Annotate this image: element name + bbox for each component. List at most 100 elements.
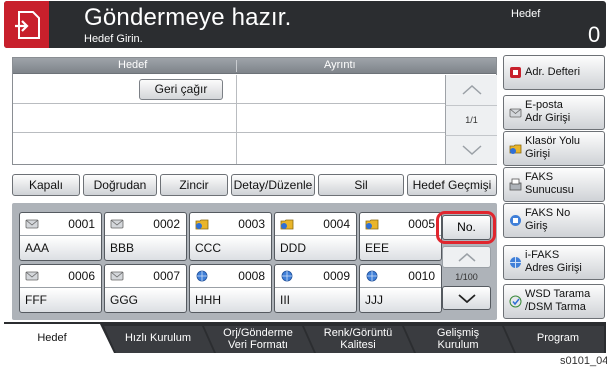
envelope-icon — [110, 269, 124, 281]
tab[interactable]: Program — [512, 324, 604, 353]
one-touch-number: 0003 — [238, 217, 265, 231]
folder-icon — [509, 142, 522, 155]
envelope-icon — [110, 217, 124, 229]
destination-history-button[interactable]: Hedef Geçmişi — [407, 174, 497, 196]
one-touch-key[interactable]: 0005 EEE — [359, 212, 442, 261]
destination-row[interactable] — [13, 75, 445, 104]
one-touch-number: 0002 — [153, 217, 180, 231]
one-touch-number: 0010 — [408, 269, 435, 283]
tab[interactable]: Gelişmiş Kurulum — [412, 324, 504, 353]
row-divider — [236, 75, 237, 164]
one-touch-key[interactable]: 0002 BBB — [104, 212, 187, 261]
chevron-up-icon — [458, 253, 475, 262]
right-menu-label-line1: WSD Tarama — [525, 288, 591, 300]
tab-label-line1: Orj/Gönderme — [223, 327, 293, 339]
direct-button[interactable]: Doğrudan — [83, 174, 157, 196]
right-menu-button[interactable]: Klasör Yolu Girişi — [503, 131, 605, 166]
right-menu-label: E-posta Adr Girişi — [525, 99, 570, 125]
one-touch-key[interactable]: 0006 FFF — [19, 264, 102, 313]
key-divider — [105, 235, 186, 236]
detail-edit-button[interactable]: Detay/Düzenle — [231, 174, 315, 196]
column-divider — [236, 60, 237, 72]
one-touch-number: 0001 — [68, 217, 95, 231]
right-menu-button[interactable]: E-posta Adr Girişi — [503, 95, 605, 130]
right-menu-button[interactable]: WSD Tarama/DSM Tarma — [503, 284, 605, 319]
page-subtitle: Hedef Girin. — [84, 33, 143, 45]
folder-icon — [195, 217, 209, 230]
right-menu-label: Adr. Defteri — [525, 66, 580, 79]
one-touch-up-button[interactable] — [442, 246, 491, 268]
right-menu-label: i-FAKS Adres Girişi — [525, 249, 582, 275]
right-menu-label-line1: E-posta — [525, 99, 563, 111]
tab[interactable]: Hedef — [4, 324, 100, 353]
scroll-up-button[interactable] — [445, 75, 497, 106]
right-menu-button[interactable]: FAKS No Giriş — [503, 203, 605, 238]
one-touch-key[interactable]: 0009 III — [274, 264, 357, 313]
right-menu-button[interactable]: i-FAKS Adres Girişi — [503, 245, 605, 280]
one-touch-down-button[interactable] — [442, 286, 491, 310]
tab-label-line2: Kurulum — [437, 339, 479, 351]
key-divider — [20, 235, 101, 236]
key-divider — [105, 287, 186, 288]
tab-label-line1: Renk/Görüntü — [323, 327, 393, 339]
envelope-icon — [509, 106, 522, 119]
one-touch-name: BBB — [110, 241, 135, 255]
tab[interactable]: Renk/Görüntü Kalitesi — [312, 324, 404, 353]
address-book-icon — [509, 66, 522, 79]
tab-label-line1: Program — [536, 332, 580, 344]
right-menu-label-line2: /DSM Tarma — [525, 301, 586, 313]
one-touch-name: CCC — [195, 241, 221, 255]
right-menu-button[interactable]: Adr. Defteri — [503, 55, 605, 90]
one-touch-name: GGG — [110, 293, 139, 307]
one-touch-number: 0004 — [323, 217, 350, 231]
folder-icon — [365, 217, 379, 230]
key-divider — [20, 287, 101, 288]
one-touch-number: 0007 — [153, 269, 180, 283]
right-menu-button[interactable]: FAKS Sunucusu — [503, 167, 605, 202]
send-icon — [4, 1, 49, 48]
key-divider — [190, 287, 271, 288]
one-touch-key[interactable]: 0007 GGG — [104, 264, 187, 313]
delete-button[interactable]: Sil — [318, 174, 404, 196]
scroll-down-button[interactable] — [445, 135, 497, 164]
recall-button[interactable]: Geri çağır — [139, 79, 223, 100]
list-page-indicator: 1/1 — [445, 106, 497, 135]
one-touch-number: 0005 — [408, 217, 435, 231]
tab[interactable]: Orj/Gönderme Veri Formatı — [212, 324, 304, 353]
chain-button[interactable]: Zincir — [160, 174, 228, 196]
destination-list-header — [13, 58, 496, 74]
number-search-button[interactable]: No. — [442, 215, 491, 240]
right-menu-label: FAKS Sunucusu — [525, 171, 574, 197]
tab-label-line1: Gelişmiş — [436, 327, 480, 339]
destination-label: Hedef — [511, 8, 541, 20]
tab-label-line2: Kalitesi — [340, 339, 376, 351]
globe-icon — [195, 269, 209, 282]
one-touch-key[interactable]: 0003 CCC — [189, 212, 272, 261]
one-touch-name: DDD — [280, 241, 306, 255]
one-touch-number: 0009 — [323, 269, 350, 283]
key-divider — [190, 235, 271, 236]
key-divider — [275, 235, 356, 236]
destination-row[interactable] — [13, 133, 445, 162]
one-touch-name: EEE — [365, 241, 390, 255]
wsd-scan-icon — [509, 295, 522, 308]
one-touch-key[interactable]: 0004 DDD — [274, 212, 357, 261]
one-touch-key[interactable]: 0008 HHH — [189, 264, 272, 313]
fax-no-icon — [509, 214, 522, 227]
one-touch-key[interactable]: 0010 JJJ — [359, 264, 442, 313]
right-menu-label-line2: Adres Girişi — [525, 262, 582, 274]
globe-icon — [280, 269, 294, 282]
tab[interactable]: Hızlı Kurulum — [112, 324, 204, 353]
right-menu-label-line2: Adr Girişi — [525, 112, 571, 124]
destination-row[interactable] — [13, 104, 445, 133]
chevron-down-icon — [457, 294, 476, 303]
folder-icon — [280, 217, 294, 230]
one-touch-name: FFF — [25, 293, 47, 307]
tab-label-line1: Hedef — [37, 332, 67, 344]
one-touch-key[interactable]: 0001 AAA — [19, 212, 102, 261]
off-button[interactable]: Kapalı — [12, 174, 80, 196]
right-menu-label: WSD Tarama/DSM Tarma — [525, 288, 590, 314]
one-touch-name: AAA — [25, 241, 50, 255]
page-title: Göndermeye hazır. — [84, 4, 292, 31]
globe-icon — [365, 269, 379, 282]
